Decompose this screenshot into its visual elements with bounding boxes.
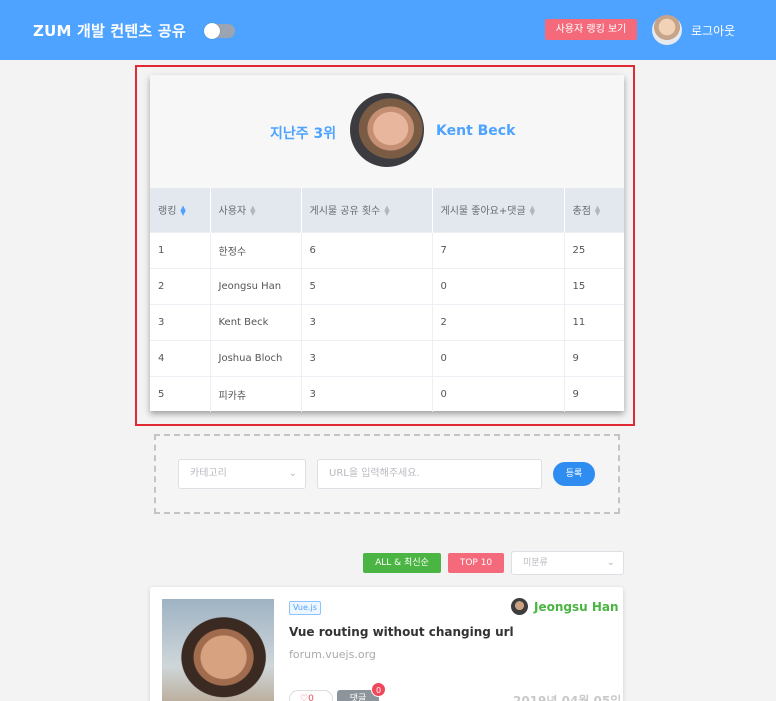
chevron-down-icon: ⌄	[606, 557, 615, 568]
table-row[interactable]: 1 한정수 6 7 25	[150, 231, 624, 268]
theme-toggle[interactable]	[204, 23, 235, 39]
cell-user: 한정수	[210, 231, 302, 268]
avatar[interactable]	[652, 15, 682, 45]
sort-icon[interactable]: ▲ ▼	[250, 205, 255, 217]
table-row[interactable]: 5 피카츄 3 0 9	[150, 375, 624, 412]
heart-icon: ♡	[300, 694, 309, 701]
cell-total: 25	[564, 231, 624, 268]
cell-likes: 7	[432, 231, 565, 268]
brand-title[interactable]: ZUM 개발 컨텐츠 공유	[33, 20, 186, 41]
table-row[interactable]: 3 Kent Beck 3 2 11	[150, 303, 624, 340]
cell-likes: 0	[432, 375, 565, 412]
cell-shares: 5	[301, 267, 433, 304]
column-header-likes-comments[interactable]: 게시물 좋아요+댓글 ▲ ▼	[432, 188, 565, 232]
cell-shares: 3	[301, 375, 433, 412]
column-header-rank[interactable]: 랭킹 ▲ ▼	[150, 188, 211, 232]
cell-total: 9	[564, 339, 624, 376]
sort-icon[interactable]: ▲ ▼	[530, 205, 535, 217]
cell-user: Kent Beck	[210, 303, 302, 340]
cell-total: 9	[564, 375, 624, 412]
column-header-total[interactable]: 총점 ▲ ▼	[564, 188, 624, 232]
cell-likes: 2	[432, 303, 565, 340]
cell-rank: 3	[150, 303, 211, 340]
chevron-down-icon: ⌄	[288, 468, 297, 479]
cell-rank: 4	[150, 339, 211, 376]
post-thumbnail[interactable]	[162, 599, 274, 701]
sort-icon[interactable]: ▲ ▼	[595, 205, 600, 217]
logout-link[interactable]: 로그아웃	[691, 22, 735, 39]
all-latest-button[interactable]: ALL & 최신순	[363, 553, 441, 573]
cell-likes: 0	[432, 339, 565, 376]
author-avatar	[511, 598, 528, 615]
winner-name: Kent Beck	[436, 123, 516, 139]
winner-label: 지난주 3위	[270, 126, 337, 142]
top10-button[interactable]: TOP 10	[448, 553, 504, 573]
top-header: ZUM 개발 컨텐츠 공유 사용자 랭킹 보기 로그아웃	[0, 0, 776, 60]
like-button[interactable]: ♡0	[289, 690, 333, 701]
ranking-table: 랭킹 ▲ ▼ 사용자 ▲ ▼ 게시물 공유 횟수 ▲ ▼ 게시물 좋아요+댓글 ▲ ▼ 총점 ▲ ▼…	[150, 188, 624, 412]
url-input[interactable]: URL을 입력해주세요.	[317, 459, 542, 489]
winner-banner: 지난주 3위 Kent Beck	[150, 75, 624, 188]
cell-total: 15	[564, 267, 624, 304]
post-source: forum.vuejs.org	[289, 648, 376, 661]
post-tag[interactable]: Vue.js	[289, 601, 321, 615]
cell-rank: 5	[150, 375, 211, 412]
ranking-card: 지난주 3위 Kent Beck 랭킹 ▲ ▼ 사용자 ▲ ▼ 게시물 공유 횟수 ▲ ▼ …	[150, 75, 624, 412]
cell-user: 피카츄	[210, 375, 302, 412]
post-title[interactable]: Vue routing without changing url	[289, 625, 514, 639]
sort-asc-icon[interactable]: ▲ ▼	[180, 205, 185, 217]
post-author[interactable]: Jeongsu Han	[534, 600, 619, 614]
cell-rank: 2	[150, 267, 211, 304]
table-header-row: 랭킹 ▲ ▼ 사용자 ▲ ▼ 게시물 공유 횟수 ▲ ▼ 게시물 좋아요+댓글 ▲ ▼ 총점 ▲ ▼	[150, 188, 624, 232]
column-header-user[interactable]: 사용자 ▲ ▼	[210, 188, 302, 232]
cell-likes: 0	[432, 267, 565, 304]
comment-count-badge: 0	[371, 682, 386, 697]
table-row[interactable]: 4 Joshua Bloch 3 0 9	[150, 339, 624, 376]
like-count: 0	[308, 694, 314, 701]
column-header-shares[interactable]: 게시물 공유 횟수 ▲ ▼	[301, 188, 433, 232]
table-row[interactable]: 2 Jeongsu Han 5 0 15	[150, 267, 624, 304]
cell-rank: 1	[150, 231, 211, 268]
cell-shares: 3	[301, 339, 433, 376]
winner-avatar	[350, 93, 424, 167]
submit-button[interactable]: 등록	[553, 462, 595, 486]
toggle-knob	[204, 23, 220, 39]
cell-total: 11	[564, 303, 624, 340]
cell-user: Jeongsu Han	[210, 267, 302, 304]
sort-icon[interactable]: ▲ ▼	[384, 205, 389, 217]
category-select[interactable]: 카테고리 ⌄	[178, 459, 306, 489]
cell-user: Joshua Bloch	[210, 339, 302, 376]
cell-shares: 3	[301, 303, 433, 340]
classification-select[interactable]: 미분류 ⌄	[511, 551, 624, 575]
cell-shares: 6	[301, 231, 433, 268]
post-date: 2019년 04월 05일	[513, 694, 622, 701]
user-ranking-button[interactable]: 사용자 랭킹 보기	[545, 19, 637, 40]
